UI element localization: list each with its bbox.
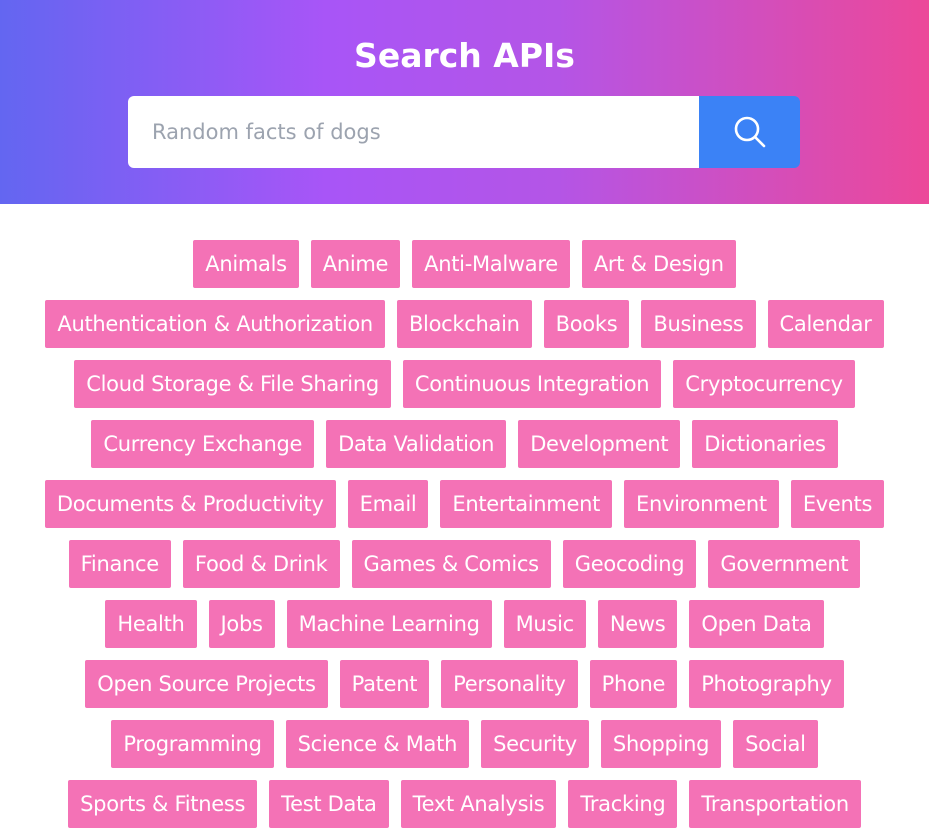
search-button[interactable] (699, 96, 800, 168)
category-tag[interactable]: Email (347, 480, 429, 528)
category-tag[interactable]: Transportation (689, 780, 861, 828)
hero-header: Search APIs (0, 0, 929, 204)
category-tag[interactable]: Music (503, 600, 586, 648)
category-tag[interactable]: Calendar (767, 300, 884, 348)
category-tag[interactable]: Health (105, 600, 197, 648)
category-tag[interactable]: Shopping (600, 720, 722, 768)
category-tag[interactable]: Test Data (269, 780, 389, 828)
category-tag[interactable]: Geocoding (562, 540, 697, 588)
category-tag[interactable]: Security (481, 720, 589, 768)
category-tag[interactable]: Science & Math (285, 720, 470, 768)
category-tag[interactable]: Anime (310, 240, 401, 288)
category-tag[interactable]: Books (543, 300, 630, 348)
category-tag[interactable]: Dictionaries (692, 420, 838, 468)
category-tag[interactable]: Sports & Fitness (68, 780, 258, 828)
category-tag[interactable]: Continuous Integration (402, 360, 662, 408)
category-tag[interactable]: Patent (339, 660, 430, 708)
category-tag[interactable]: Currency Exchange (91, 420, 315, 468)
category-tag[interactable]: Machine Learning (286, 600, 492, 648)
category-tag[interactable]: Food & Drink (182, 540, 340, 588)
category-tag[interactable]: Open Data (689, 600, 824, 648)
search-bar (128, 96, 800, 168)
category-tag[interactable]: Social (733, 720, 818, 768)
category-tag[interactable]: Jobs (208, 600, 275, 648)
page-title: Search APIs (354, 36, 575, 75)
category-tag[interactable]: Art & Design (581, 240, 736, 288)
category-tag[interactable]: News (597, 600, 678, 648)
category-tag[interactable]: Development (518, 420, 681, 468)
category-tag[interactable]: Anti-Malware (412, 240, 570, 288)
search-icon (734, 116, 765, 148)
category-tag[interactable]: Entertainment (440, 480, 613, 528)
category-tag[interactable]: Business (641, 300, 756, 348)
category-tag[interactable]: Text Analysis (400, 780, 557, 828)
category-tag-list: Animals Anime Anti-Malware Art & Design Auth… (24, 240, 905, 828)
category-tag[interactable]: Blockchain (396, 300, 532, 348)
category-tag[interactable]: Tracking (568, 780, 678, 828)
category-tag[interactable]: Events (790, 480, 885, 528)
category-tag[interactable]: Photography (689, 660, 844, 708)
category-tag[interactable]: Personality (441, 660, 578, 708)
category-tag[interactable]: Government (708, 540, 861, 588)
category-tag[interactable]: Data Validation (326, 420, 507, 468)
category-tag[interactable]: Documents & Productivity (44, 480, 336, 528)
category-tag[interactable]: Cloud Storage & File Sharing (74, 360, 391, 408)
category-tag[interactable]: Open Source Projects (85, 660, 328, 708)
category-tag[interactable]: Environment (624, 480, 779, 528)
category-tag[interactable]: Finance (68, 540, 171, 588)
category-tag[interactable]: Phone (589, 660, 678, 708)
category-tag[interactable]: Authentication & Authorization (45, 300, 385, 348)
search-input[interactable] (128, 96, 699, 168)
category-tag[interactable]: Games & Comics (351, 540, 551, 588)
category-tag[interactable]: Animals (193, 240, 299, 288)
category-tag[interactable]: Programming (111, 720, 274, 768)
category-tag[interactable]: Cryptocurrency (673, 360, 855, 408)
